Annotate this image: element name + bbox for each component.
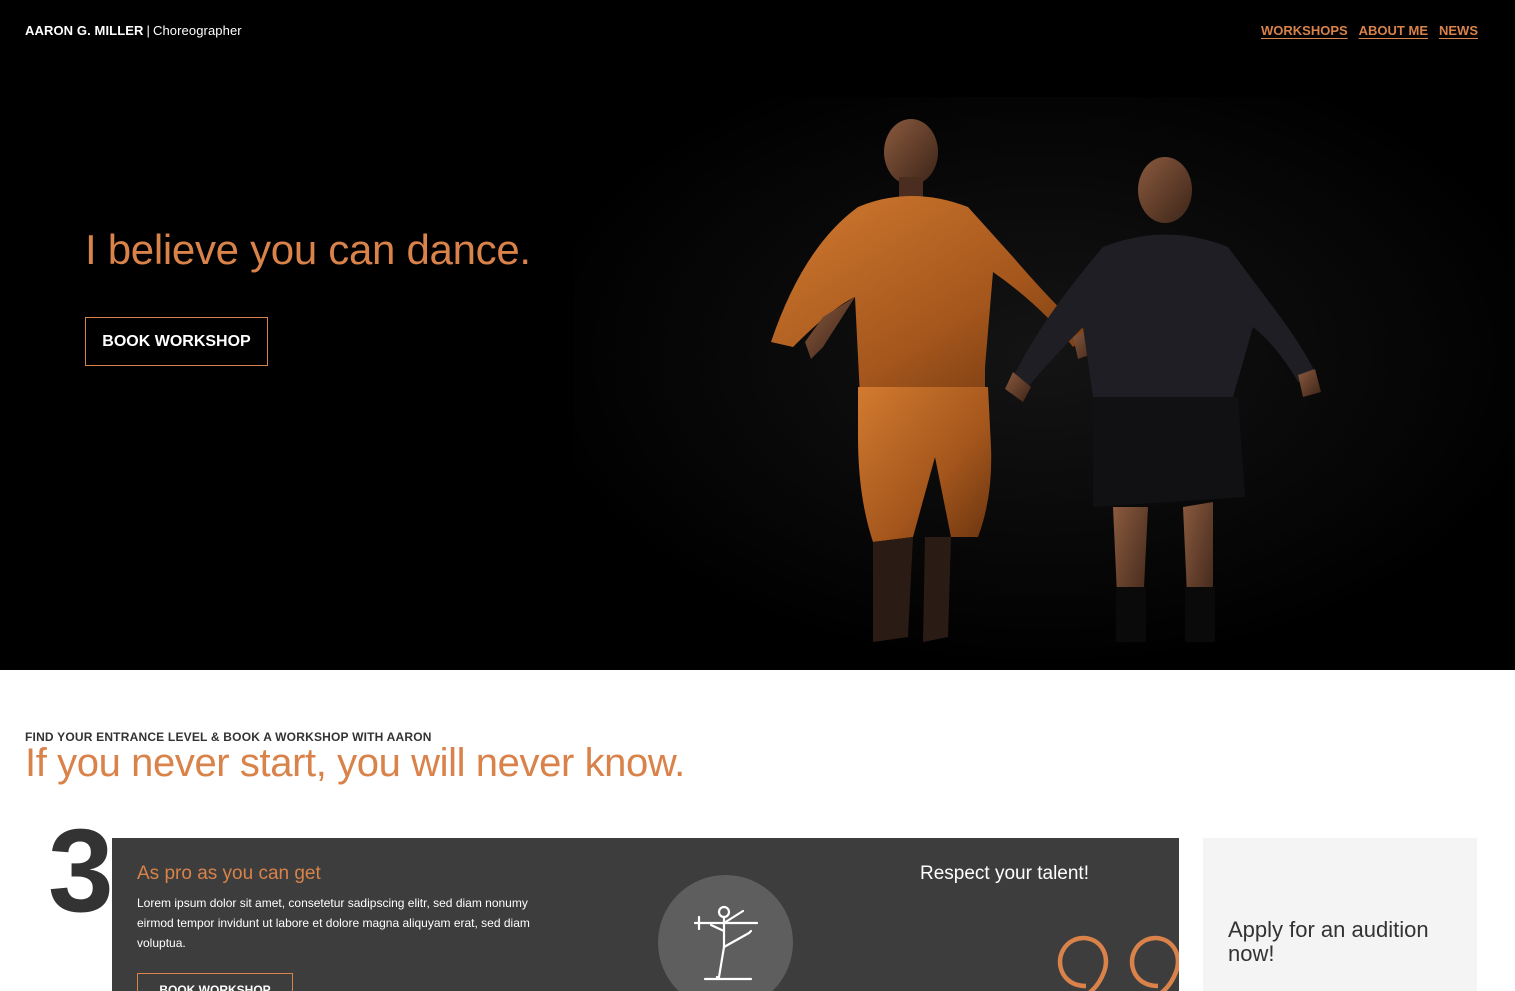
brand-role: Choreographer [152,23,242,38]
nav-workshops[interactable]: WORKSHOPS [1261,23,1348,38]
dancer-barre-icon [693,905,759,981]
brand-name: AARON G. MILLER [25,23,144,38]
level-card: As pro as you can get Lorem ipsum dolor … [112,838,1179,991]
level-card-text: Lorem ipsum dolor sit amet, consetetur s… [137,896,530,950]
audition-panel[interactable]: Apply for an audition now! [1203,838,1477,991]
nav-about-me[interactable]: ABOUT ME [1359,23,1428,38]
level-card-title: As pro as you can get [137,863,321,884]
main-nav: WORKSHOPS ABOUT ME NEWS [1261,23,1478,38]
dancer-icon-circle [658,875,793,991]
level-number: 3 [48,805,114,937]
quote-marks-icon [1057,936,1179,991]
nav-news[interactable]: NEWS [1439,23,1478,38]
section-heading: If you never start, you will never know. [25,741,685,785]
hero-dancers-photo [573,97,1515,670]
audition-text: Apply for an audition now! [1228,917,1429,966]
card-book-workshop-button[interactable]: BOOK WORKSHOP [137,973,293,991]
hero-section: AARON G. MILLER | Choreographer WORKSHOPS … [0,0,1515,670]
brand[interactable]: AARON G. MILLER | Choreographer [25,23,242,38]
book-workshop-button[interactable]: BOOK WORKSHOP [85,317,268,366]
hero-heading: I believe you can dance. [85,226,531,273]
brand-separator: | [146,23,150,38]
quote-title: Respect your talent! [920,863,1089,884]
